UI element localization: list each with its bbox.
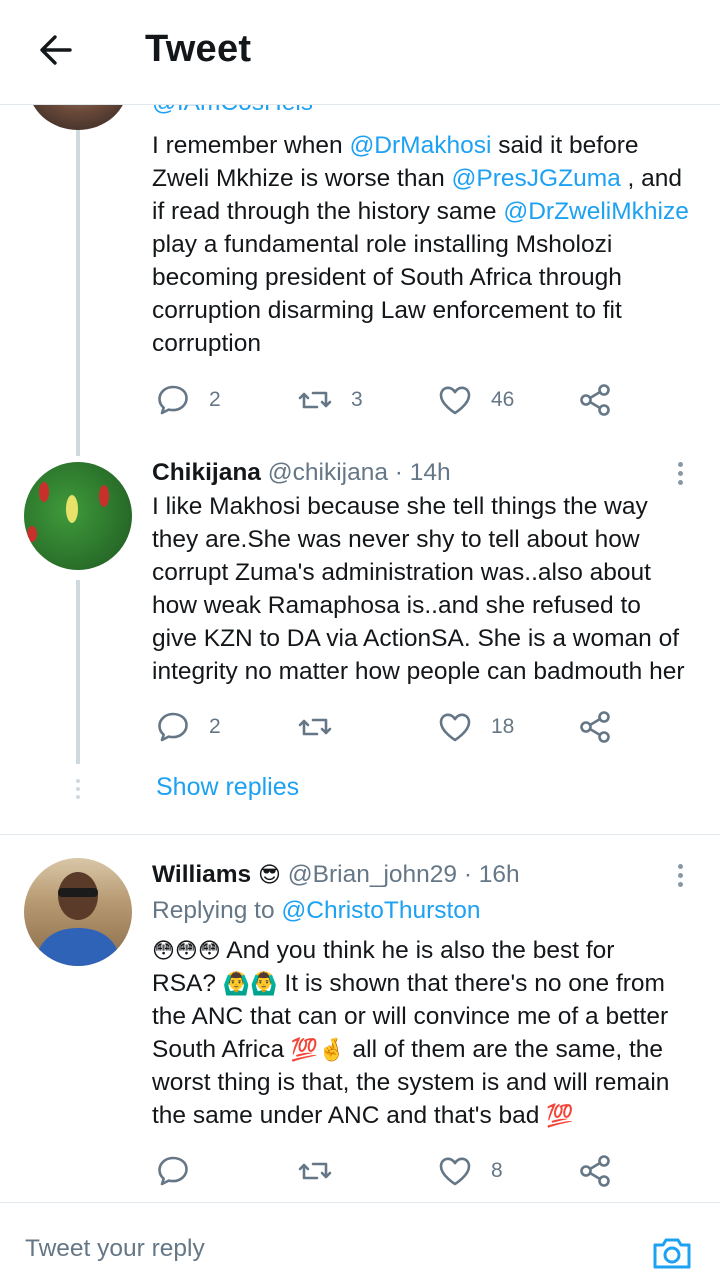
back-button[interactable] [36,30,76,70]
like-button[interactable]: 8 [437,1151,503,1191]
mention-link[interactable]: @DrMakhosi [349,132,491,159]
like-count: 46 [491,388,515,411]
heart-icon [439,1157,471,1186]
retweet-icon [298,1162,332,1180]
reply-composer [0,1202,720,1280]
like-button[interactable]: 46 [437,380,514,420]
avatar-image [27,482,109,542]
reply-count: 2 [209,388,221,411]
reply-icon [158,385,188,415]
reply-count: 2 [209,715,221,738]
display-name[interactable]: Williams [152,861,251,888]
replying-to: Replying to @ChristoThurston [152,897,481,924]
divider [0,834,720,835]
user-handle[interactable]: @Brian_john29 [288,861,457,888]
share-button[interactable] [578,1151,614,1191]
avatar[interactable] [24,462,132,570]
reply-button[interactable] [155,1151,191,1191]
avatar-image [34,872,122,966]
reply-button[interactable]: 2 [155,707,221,747]
timestamp: · 14h [394,459,451,486]
thread-line [76,104,80,456]
timestamp: · 16h [463,861,520,888]
name-emoji: 😎 [258,862,281,887]
reply-icon [158,1156,188,1186]
user-handle[interactable]: @chikijana [268,459,388,486]
camera-icon [653,1238,691,1269]
like-count: 18 [491,715,515,738]
share-button[interactable] [578,707,614,747]
tweet-text: I like Makhosi because she tell things t… [152,493,685,685]
mention-link[interactable]: @DrZweliMkhize [503,198,689,225]
retweet-button[interactable] [297,1151,333,1191]
mention-link[interactable]: @PresJGZuma [452,165,621,192]
camera-button[interactable] [650,1231,694,1275]
thread-continuation-dots [73,779,83,803]
share-button[interactable] [578,380,614,420]
arrow-left-icon [40,35,72,65]
page-title: Tweet [145,28,252,70]
share-icon [580,384,610,416]
show-replies-link[interactable]: Show replies [156,773,299,802]
avatar[interactable] [24,858,132,966]
retweet-icon [298,718,332,736]
tweet-feed: @IAmCosHels I remember when @DrMakhosi s… [0,0,720,1279]
share-icon [580,711,610,743]
heart-icon [439,713,471,742]
more-options-button[interactable] [670,860,690,896]
reply-icon [158,712,188,742]
like-count: 8 [491,1159,503,1182]
retweet-button[interactable]: 3 [297,380,363,420]
replying-to-handle[interactable]: @ChristoThurston [281,897,480,924]
tweet-text: I remember when @DrMakhosi said it befor… [152,132,689,357]
more-options-button[interactable] [670,458,690,494]
reply-input[interactable] [25,1235,585,1263]
tweet-header: Williams 😎 @Brian_john29 · 16h [152,858,520,891]
thread-line [76,580,80,764]
top-bar: Tweet [0,0,720,105]
retweet-count: 3 [351,388,363,411]
reply-button[interactable]: 2 [155,380,221,420]
share-icon [580,1155,610,1187]
retweet-icon [298,391,332,409]
heart-icon [439,386,471,415]
tweet-text: 😳😳😳 And you think he is also the best fo… [152,937,670,1129]
tweet-header: Chikijana @chikijana · 14h [152,456,451,489]
like-button[interactable]: 18 [437,707,514,747]
display-name[interactable]: Chikijana [152,459,261,486]
retweet-button[interactable] [297,707,333,747]
